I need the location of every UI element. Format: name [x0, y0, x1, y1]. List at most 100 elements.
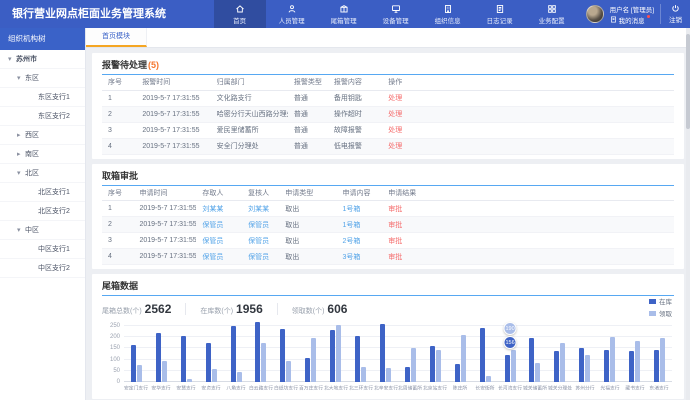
bar-in-stock[interactable] [206, 343, 211, 382]
cell-link[interactable]: 保管员 [202, 238, 223, 245]
bar-group[interactable]: 安贞支行 [199, 321, 224, 395]
bar-collected[interactable] [137, 365, 142, 382]
bar-in-stock[interactable] [480, 328, 485, 382]
legend-item-in-stock[interactable]: 在库 [649, 296, 672, 306]
tree-node[interactable]: 中区支行1 [0, 240, 85, 259]
handle-link[interactable]: 处理 [388, 111, 402, 118]
handle-link[interactable]: 处理 [388, 127, 402, 134]
bar-in-stock[interactable] [181, 336, 186, 382]
bar-collected[interactable] [386, 368, 391, 382]
tree-node[interactable]: 东区支行1 [0, 88, 85, 107]
nav-item-tailbox[interactable]: 尾箱管理 [318, 0, 370, 28]
cell-link[interactable]: 刘某某 [248, 206, 269, 213]
bar-in-stock[interactable] [355, 336, 360, 382]
bar-group[interactable]: 光福支行 [597, 321, 622, 395]
cell-link[interactable]: 1号箱 [342, 222, 360, 229]
nav-item-org-info[interactable]: 组织信息 [422, 0, 474, 28]
approve-link[interactable]: 审批 [388, 222, 402, 229]
legend-item-collected[interactable]: 领取 [649, 308, 672, 318]
tree-node[interactable]: 中区支行2 [0, 259, 85, 278]
caret-down-icon[interactable]: ▾ [8, 55, 16, 63]
bar-collected[interactable] [361, 367, 366, 382]
bar-in-stock[interactable] [505, 355, 510, 382]
bar-collected[interactable] [535, 363, 540, 382]
tree-node[interactable]: ▾东区 [0, 69, 85, 88]
caret-right-icon[interactable]: ▸ [17, 131, 25, 139]
tree-node[interactable]: 北区支行1 [0, 183, 85, 202]
scrollbar-thumb[interactable] [686, 34, 690, 129]
bar-group[interactable]: 苏州分行 [572, 321, 597, 395]
cell-link[interactable]: 刘某某 [202, 206, 223, 213]
bar-group[interactable]: 北辛安支行 [373, 321, 398, 395]
bar-in-stock[interactable] [280, 329, 285, 382]
nav-item-equipment[interactable]: 设备管理 [370, 0, 422, 28]
approve-link[interactable]: 审批 [388, 206, 402, 213]
bar-in-stock[interactable] [529, 338, 534, 382]
tree-node[interactable]: 北区支行2 [0, 202, 85, 221]
bar-collected[interactable] [411, 348, 416, 382]
tab-home-module[interactable]: 首页模块 [86, 28, 147, 47]
nav-item-home[interactable]: 首页 [214, 0, 266, 28]
cell-link[interactable]: 2号箱 [342, 238, 360, 245]
cell-link[interactable]: 保管员 [202, 222, 223, 229]
bar-group[interactable]: 北京站支行 [423, 321, 448, 395]
bar-collected[interactable] [461, 335, 466, 382]
bar-collected[interactable] [486, 376, 491, 382]
caret-down-icon[interactable]: ▾ [17, 226, 25, 234]
tree-node[interactable]: ▸南区 [0, 145, 85, 164]
bar-group[interactable]: 安华支行 [149, 321, 174, 395]
bar-in-stock[interactable] [629, 351, 634, 382]
handle-link[interactable]: 处理 [388, 143, 402, 150]
approve-link[interactable]: 审批 [388, 238, 402, 245]
bar-group[interactable]: 北三环支行 [348, 321, 373, 395]
tree-node[interactable]: ▸西区 [0, 126, 85, 145]
bar-group[interactable]: 北大地支行 [323, 321, 348, 395]
bar-collected[interactable] [560, 343, 565, 382]
nav-item-business-config[interactable]: 业务配置 [526, 0, 578, 28]
bar-in-stock[interactable] [131, 345, 136, 382]
bar-in-stock[interactable] [305, 358, 310, 382]
bar-in-stock[interactable] [604, 350, 609, 382]
scrollbar[interactable] [686, 28, 690, 400]
messages-link[interactable]: 我的消息 [610, 15, 654, 25]
bar-collected[interactable] [162, 361, 167, 382]
tree-node[interactable]: 东区支行2 [0, 107, 85, 126]
cell-link[interactable]: 保管员 [248, 254, 269, 261]
bar-collected[interactable] [336, 325, 341, 382]
cell-link[interactable]: 保管员 [248, 222, 269, 229]
cell-link[interactable]: 3号箱 [342, 254, 360, 261]
bar-collected[interactable] [212, 369, 217, 382]
caret-down-icon[interactable]: ▾ [17, 74, 25, 82]
bar-group[interactable]: 北周储蓄所 [398, 321, 423, 395]
nav-item-personnel[interactable]: 人员管理 [266, 0, 318, 28]
bar-group[interactable]: 城关储蓄所 [523, 321, 548, 395]
bar-collected[interactable] [311, 338, 316, 382]
cell-link[interactable]: 保管员 [248, 238, 269, 245]
caret-down-icon[interactable]: ▾ [17, 169, 25, 177]
user-avatar[interactable] [586, 5, 604, 23]
bar-group[interactable]: 安慧支行 [174, 321, 199, 395]
handle-link[interactable]: 处理 [388, 95, 402, 102]
cell-link[interactable]: 1号箱 [342, 206, 360, 213]
bar-in-stock[interactable] [554, 351, 559, 382]
bar-in-stock[interactable] [231, 326, 236, 382]
bar-in-stock[interactable] [380, 324, 385, 382]
bar-group[interactable]: 陈庄所 [448, 321, 473, 395]
bar-in-stock[interactable] [579, 348, 584, 382]
tree-node[interactable]: ▾北区 [0, 164, 85, 183]
bar-in-stock[interactable] [405, 367, 410, 382]
bar-group[interactable]: 城关分理处 [547, 321, 572, 395]
bar-in-stock[interactable] [330, 330, 335, 382]
bar-collected[interactable] [286, 361, 291, 382]
logout-button[interactable]: 注销 [660, 4, 682, 24]
cell-link[interactable]: 保管员 [202, 254, 223, 261]
bar-collected[interactable] [436, 350, 441, 382]
bar-collected[interactable] [610, 337, 615, 382]
bar-collected[interactable] [261, 343, 266, 382]
bar-in-stock[interactable] [455, 364, 460, 382]
bar-in-stock[interactable] [654, 350, 659, 382]
bar-in-stock[interactable] [430, 346, 435, 382]
tree-node[interactable]: ▾苏州市 [0, 50, 85, 69]
bar-group[interactable]: 190156长河湾支行 [498, 321, 523, 395]
nav-item-logs[interactable]: 日志记录 [474, 0, 526, 28]
